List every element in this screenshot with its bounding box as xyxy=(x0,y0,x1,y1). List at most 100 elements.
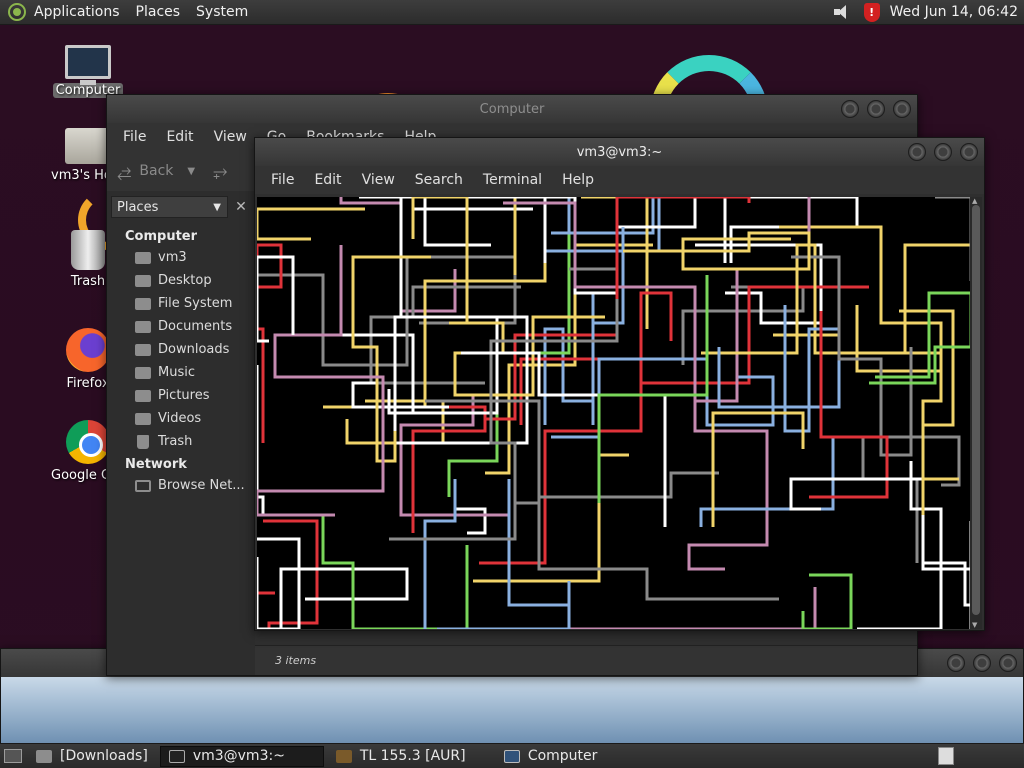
item-count: 3 items xyxy=(275,654,317,667)
pipe-segment xyxy=(809,311,889,499)
drive-icon xyxy=(135,297,151,310)
pipe-segment xyxy=(723,197,859,263)
task-terminal[interactable]: vm3@vm3:~ xyxy=(159,745,324,767)
status-bar: 3 items xyxy=(255,645,917,675)
pipes-animation xyxy=(257,197,971,629)
pipe-segment xyxy=(623,231,811,271)
pipe-segment xyxy=(351,381,449,409)
clock[interactable]: Wed Jun 14, 06:42 xyxy=(890,4,1018,20)
menu-view[interactable]: View xyxy=(204,129,257,145)
sidebar-item-videos[interactable]: Videos xyxy=(107,407,255,430)
pipe-segment xyxy=(789,477,971,629)
folder-icon xyxy=(36,749,52,763)
trash-applet-icon[interactable] xyxy=(938,747,954,765)
sidebar-heading-computer: Computer xyxy=(125,229,198,244)
scrollbar-thumb[interactable] xyxy=(972,205,980,615)
terminal-titlebar[interactable]: vm3@vm3:~ xyxy=(255,138,984,166)
task-downloads[interactable]: [Downloads] xyxy=(28,746,156,767)
pipe-segment xyxy=(543,197,661,253)
minimize-button[interactable] xyxy=(908,143,926,161)
pipe-segment xyxy=(485,333,617,421)
scroll-up-icon[interactable]: ▲ xyxy=(972,197,977,205)
sidebar-item-label: Trash xyxy=(158,434,193,449)
pipe-segment xyxy=(935,197,971,281)
maximize-button[interactable] xyxy=(973,654,991,672)
maximize-button[interactable] xyxy=(867,100,885,118)
pipe-segment xyxy=(287,513,469,629)
menu-edit[interactable]: Edit xyxy=(304,172,351,188)
maximize-button[interactable] xyxy=(934,143,952,161)
menu-search[interactable]: Search xyxy=(405,172,473,188)
sidebar-item-label: Documents xyxy=(158,319,233,334)
menu-terminal[interactable]: Terminal xyxy=(473,172,552,188)
close-button[interactable] xyxy=(893,100,911,118)
menu-view[interactable]: View xyxy=(352,172,405,188)
sidebar-item-music[interactable]: Music xyxy=(107,361,255,384)
task-game[interactable]: TL 155.3 [AUR] xyxy=(328,746,492,767)
desktop-folder-icon xyxy=(135,274,151,287)
sidebar-item-browse-network[interactable]: Browse Net... xyxy=(107,474,255,497)
pipe-segment xyxy=(437,479,571,629)
menu-file[interactable]: File xyxy=(261,172,304,188)
pipe-segment xyxy=(423,197,503,247)
pipe-segment xyxy=(411,197,469,325)
sidebar-item-label: Downloads xyxy=(158,342,230,357)
sidebar-item-documents[interactable]: Documents xyxy=(107,315,255,338)
pipe-segment xyxy=(801,573,853,629)
minimize-button[interactable] xyxy=(841,100,859,118)
menu-help[interactable]: Help xyxy=(552,172,604,188)
menu-file[interactable]: File xyxy=(113,129,156,145)
close-button[interactable] xyxy=(999,654,1017,672)
trash-icon xyxy=(71,230,105,270)
sidebar-item-label: File System xyxy=(158,296,233,311)
back-button[interactable]: Back xyxy=(139,163,173,179)
sidebar-item-file-system[interactable]: File System xyxy=(107,292,255,315)
pipe-segment xyxy=(857,461,943,629)
back-arrow-icon[interactable]: ⥄ xyxy=(117,161,131,182)
volume-icon[interactable] xyxy=(833,4,854,20)
back-history-dropdown-icon[interactable]: ▼ xyxy=(187,166,195,177)
pipe-segment xyxy=(615,197,755,229)
minimize-button[interactable] xyxy=(947,654,965,672)
pipe-segment xyxy=(339,197,457,313)
bottom-taskbar: [Downloads] vm3@vm3:~ TL 155.3 [AUR] Com… xyxy=(0,743,1024,768)
pipe-segment xyxy=(257,537,301,629)
menu-system[interactable]: System xyxy=(188,4,256,20)
task-label: [Downloads] xyxy=(60,748,148,764)
terminal-menubar: File Edit View Search Terminal Help xyxy=(255,166,984,194)
pipe-segment xyxy=(257,207,365,241)
sidebar-item-vm3[interactable]: vm3 xyxy=(107,246,255,269)
sidebar-heading-network: Network xyxy=(125,457,187,472)
file-manager-titlebar[interactable]: Computer xyxy=(107,95,917,123)
terminal-scrollbar[interactable]: ▲ ▼ xyxy=(970,197,982,629)
sidebar-item-trash[interactable]: Trash xyxy=(107,430,255,453)
show-desktop-icon[interactable] xyxy=(4,749,22,763)
top-panel: Applications Places System ! Wed Jun 14,… xyxy=(0,0,1024,25)
places-dropdown-label: Places xyxy=(117,199,159,215)
window-title: vm3@vm3:~ xyxy=(576,144,663,160)
menu-places[interactable]: Places xyxy=(128,4,189,20)
chevron-down-icon: ▼ xyxy=(213,201,221,213)
pipe-segment xyxy=(597,275,709,503)
trash-icon xyxy=(137,434,149,449)
distro-logo-icon[interactable] xyxy=(8,3,26,21)
terminal-output[interactable] xyxy=(257,197,971,629)
menu-edit[interactable]: Edit xyxy=(156,129,203,145)
folder-icon xyxy=(135,389,151,402)
menu-applications[interactable]: Applications xyxy=(26,4,128,20)
update-shield-icon[interactable]: ! xyxy=(863,2,880,22)
forward-arrow-icon[interactable]: ⥅ xyxy=(213,161,227,182)
close-sidebar-icon[interactable]: ✕ xyxy=(231,196,251,218)
scroll-down-icon[interactable]: ▼ xyxy=(972,621,977,629)
task-computer[interactable]: Computer xyxy=(496,746,606,767)
sidebar-item-pictures[interactable]: Pictures xyxy=(107,384,255,407)
sidebar-item-desktop[interactable]: Desktop xyxy=(107,269,255,292)
desktop-icon-computer[interactable]: Computer xyxy=(48,45,128,98)
pipe-segment xyxy=(257,255,517,367)
close-button[interactable] xyxy=(960,143,978,161)
places-sidebar: Places ▼ ✕ Computer vm3 Desktop File Sys… xyxy=(107,191,255,675)
pipe-segment xyxy=(551,587,817,629)
places-dropdown[interactable]: Places ▼ xyxy=(111,196,228,218)
sidebar-item-downloads[interactable]: Downloads xyxy=(107,338,255,361)
terminal-window[interactable]: vm3@vm3:~ File Edit View Search Terminal… xyxy=(254,137,985,631)
